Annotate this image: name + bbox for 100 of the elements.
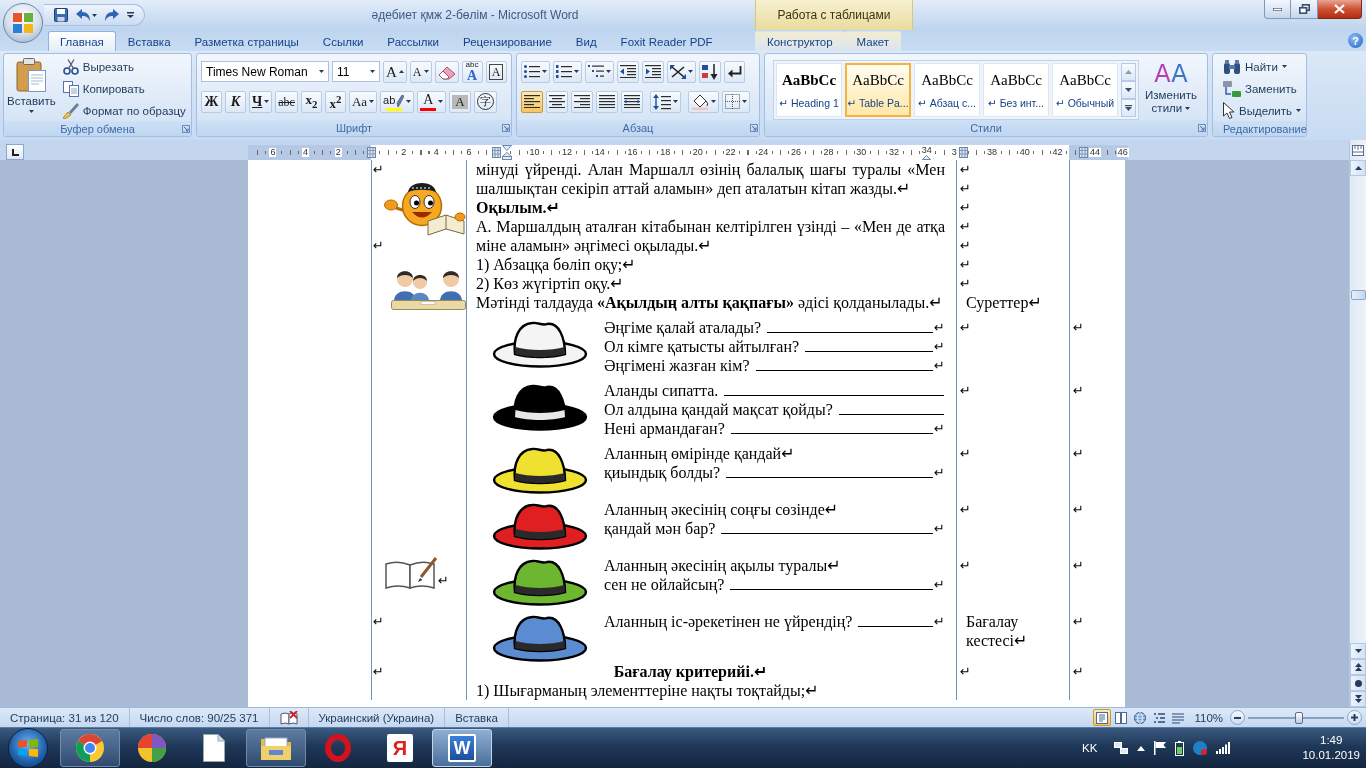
binoculars-icon: [1223, 59, 1241, 74]
caret-with-bar-icon: [1125, 105, 1132, 111]
ruler-number: 4: [302, 148, 310, 157]
zoom-out-button[interactable]: [1230, 710, 1245, 725]
browse-object-button[interactable]: [1350, 675, 1366, 691]
tab-selector-button[interactable]: [6, 144, 24, 160]
change-styles-button[interactable]: AA Изменить стили: [1141, 56, 1201, 120]
align-left-button[interactable]: [521, 90, 543, 113]
note-text: Суреттер↵: [965, 293, 1043, 312]
italic-button[interactable]: К: [225, 90, 246, 113]
font-name-field[interactable]: Times New Roman: [201, 61, 329, 82]
align-right-button[interactable]: [571, 90, 593, 113]
next-page-button[interactable]: [1350, 691, 1366, 707]
find-button[interactable]: Найти: [1220, 56, 1305, 77]
sort-button[interactable]: [699, 60, 721, 83]
previous-page-button[interactable]: [1350, 659, 1366, 675]
scroll-thumb[interactable]: [1350, 290, 1366, 300]
heading: Бағалау критерийі.↵: [612, 662, 769, 681]
view-button[interactable]: [1093, 709, 1112, 726]
grow-font-button[interactable]: A: [383, 60, 407, 83]
start-button[interactable]: [8, 728, 48, 768]
dialog-launcher-button[interactable]: [1198, 124, 1206, 132]
taskbar-app-button[interactable]: W: [432, 729, 492, 767]
cut-button[interactable]: Вырезать: [59, 56, 189, 77]
restore-button[interactable]: [1291, 0, 1318, 19]
decrease-indent-button[interactable]: [617, 60, 639, 83]
paragraph-marks-button[interactable]: [724, 60, 745, 83]
character-border-button[interactable]: A: [485, 60, 507, 83]
style-tile[interactable]: AaBbCc ↵ Heading 1: [776, 63, 842, 117]
taskbar-app-button[interactable]: [60, 729, 120, 767]
close-button[interactable]: [1318, 0, 1362, 19]
distribute-button[interactable]: [621, 90, 643, 113]
text-effects-button[interactable]: abc A: [461, 60, 483, 83]
numbering-icon: [556, 65, 572, 78]
format-painter-button[interactable]: Формат по образцу: [59, 100, 189, 121]
justify-button[interactable]: [596, 90, 618, 113]
superscript-button[interactable]: x$^{2}$: [324, 90, 346, 113]
flag-icon: [1154, 741, 1167, 755]
tab[interactable]: Foxit Reader PDF: [608, 31, 725, 51]
multilevel-list-button[interactable]: [585, 60, 614, 83]
line-spacing-button[interactable]: [650, 90, 681, 113]
tab[interactable]: Разметка страницы: [182, 31, 311, 51]
zoom-level-button[interactable]: 110%: [1190, 711, 1227, 724]
select-button[interactable]: Выделить: [1220, 100, 1305, 121]
tab[interactable]: Рассылки: [375, 31, 451, 51]
character-shading-button[interactable]: A: [449, 90, 471, 113]
align-center-button[interactable]: [546, 90, 568, 113]
copy-button[interactable]: Копировать: [59, 78, 189, 99]
replace-button[interactable]: Заменить: [1220, 78, 1305, 99]
tab[interactable]: Макет: [844, 31, 902, 51]
style-tile[interactable]: AaBbCc ↵ Table Pa...: [845, 63, 911, 117]
gallery-down-button[interactable]: [1121, 81, 1136, 99]
column-marker-icon: [1079, 147, 1089, 158]
taskbar-app-button[interactable]: [246, 729, 306, 767]
dialog-launcher-button[interactable]: [182, 124, 190, 133]
tab[interactable]: Вид: [563, 31, 609, 51]
redo-icon: [105, 9, 119, 21]
align-left-icon: [524, 94, 540, 109]
bold-button[interactable]: Ж: [201, 90, 222, 113]
clock-time: 1:49: [1320, 733, 1343, 748]
taskbar-app-button[interactable]: Я: [370, 729, 430, 767]
dialog-launcher-button[interactable]: [502, 124, 510, 132]
change-case-button[interactable]: Aa: [348, 90, 378, 113]
tab[interactable]: Вставка: [115, 31, 183, 51]
keyboard-language-button[interactable]: KK: [1082, 742, 1098, 754]
sort-icon: [702, 63, 718, 80]
gallery-more-button[interactable]: [1121, 99, 1136, 117]
scroll-down-button[interactable]: [1350, 643, 1366, 659]
tab[interactable]: Рецензирование: [451, 31, 564, 51]
enclose-characters-button[interactable]: 字: [473, 90, 497, 113]
shrink-font-button[interactable]: A: [409, 60, 432, 83]
tab[interactable]: Главная: [48, 31, 116, 51]
paste-button[interactable]: Вставить: [7, 56, 56, 121]
column-marker-icon: [958, 147, 968, 158]
crossed-arrows-button[interactable]: [667, 60, 696, 83]
bullets-button[interactable]: [521, 60, 550, 83]
distribute-icon: [624, 94, 640, 109]
contextual-tab-header: Работа с таблицами: [755, 0, 913, 30]
subscript-button[interactable]: x$_{2}$: [300, 90, 322, 113]
underline-button[interactable]: Ч: [249, 90, 273, 113]
dialog-launcher-button[interactable]: [750, 124, 758, 132]
strikethrough-button[interactable]: abc: [275, 90, 298, 113]
style-tile[interactable]: AaBbCc ↵ Без инт...: [983, 63, 1049, 117]
borders-button[interactable]: [722, 90, 750, 113]
highlight-button[interactable]: ab: [380, 90, 415, 113]
style-tile[interactable]: AaBbCc ↵ Обычный: [1052, 63, 1118, 117]
clear-formatting-button[interactable]: [434, 60, 459, 83]
font-size-field[interactable]: 11: [332, 61, 380, 82]
style-tile[interactable]: AaBbCc ↵ Абзац с...: [914, 63, 980, 117]
numbering-button[interactable]: [553, 60, 582, 83]
increase-indent-button[interactable]: [642, 60, 664, 83]
tab[interactable]: Конструктор: [755, 31, 845, 51]
ruler-number: 6: [269, 148, 277, 157]
zoom-in-button[interactable]: [1347, 710, 1362, 725]
font-color-button[interactable]: A: [417, 90, 447, 113]
shading-button[interactable]: [688, 90, 719, 113]
save-button[interactable]: [52, 6, 70, 24]
slider-thumb[interactable]: [1294, 711, 1303, 724]
tab[interactable]: Ссылки: [310, 31, 376, 51]
scroll-up-button[interactable]: [1350, 160, 1366, 176]
